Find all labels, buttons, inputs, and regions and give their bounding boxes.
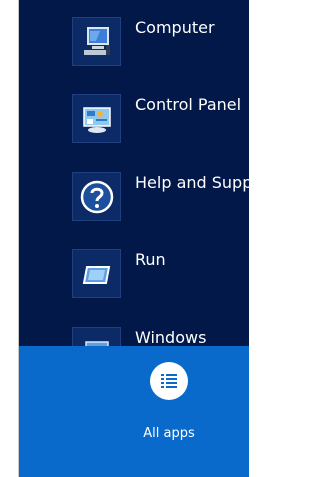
computer-icon: [84, 27, 110, 55]
app-label-computer: Computer: [135, 18, 215, 37]
app-tile-control-panel[interactable]: [72, 94, 121, 143]
start-menu-screen: Computer Control Panel Help and Supp Run…: [0, 0, 249, 477]
app-tile-computer[interactable]: [72, 17, 121, 66]
app-tile-run[interactable]: [72, 249, 121, 298]
app-label-control-panel: Control Panel: [135, 95, 242, 114]
app-label-help-and-support: Help and Supp: [135, 173, 249, 192]
app-label-run: Run: [135, 250, 166, 269]
all-apps-bar: All apps: [19, 346, 249, 477]
all-apps-button[interactable]: [150, 362, 188, 400]
all-apps-icon: [161, 374, 177, 388]
run-icon: [82, 266, 111, 284]
app-item-run[interactable]: Run: [19, 249, 249, 307]
app-item-help-and-support[interactable]: Help and Supp: [19, 172, 249, 230]
app-item-control-panel[interactable]: Control Panel: [19, 94, 249, 152]
app-item-computer[interactable]: Computer: [19, 17, 249, 75]
all-apps-label[interactable]: All apps: [129, 426, 209, 442]
app-tile-help-and-support[interactable]: [72, 172, 121, 221]
app-label-windows: Windows: [135, 328, 207, 347]
help-icon: [80, 180, 114, 214]
control-panel-icon: [83, 107, 111, 133]
